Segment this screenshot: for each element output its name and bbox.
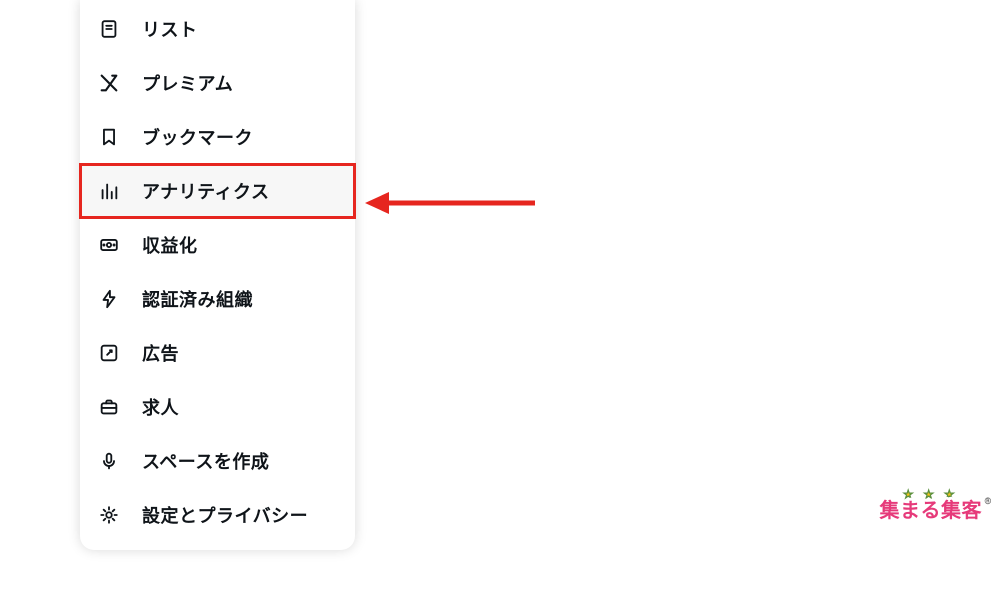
- bolt-icon: [98, 288, 120, 310]
- menu-item-jobs[interactable]: 求人: [80, 380, 355, 434]
- menu-item-create-space[interactable]: スペースを作成: [80, 434, 355, 488]
- watermark-text: 集まる集客®: [880, 500, 983, 520]
- mic-icon: [98, 450, 120, 472]
- x-icon: [98, 72, 120, 94]
- menu-item-verified-orgs[interactable]: 認証済み組織: [80, 272, 355, 326]
- menu-item-analytics[interactable]: アナリティクス: [80, 164, 355, 218]
- menu-item-label: 広告: [142, 340, 179, 366]
- menu-item-premium[interactable]: プレミアム: [80, 56, 355, 110]
- menu-item-ads[interactable]: 広告: [80, 326, 355, 380]
- menu-item-label: プレミアム: [142, 70, 233, 96]
- monetization-icon: [98, 234, 120, 256]
- menu-item-label: リスト: [142, 16, 198, 42]
- menu-item-label: ブックマーク: [142, 124, 253, 150]
- menu-item-label: スペースを作成: [142, 448, 269, 474]
- more-menu-panel: リスト プレミアム ブックマーク アナリティクス 収益化 認証済み組織: [80, 0, 355, 550]
- annotation-arrow: [365, 188, 540, 218]
- menu-item-bookmarks[interactable]: ブックマーク: [80, 110, 355, 164]
- watermark-logo: ★ ★ ★ 集まる集客®: [880, 489, 983, 520]
- menu-item-label: 求人: [142, 394, 179, 420]
- menu-item-label: 収益化: [142, 232, 198, 258]
- menu-item-label: 設定とプライバシー: [142, 502, 308, 528]
- menu-item-label: 認証済み組織: [142, 286, 253, 312]
- gear-icon: [98, 504, 120, 526]
- menu-item-lists[interactable]: リスト: [80, 2, 355, 56]
- jobs-icon: [98, 396, 120, 418]
- menu-item-monetization[interactable]: 収益化: [80, 218, 355, 272]
- bookmark-icon: [98, 126, 120, 148]
- list-icon: [98, 18, 120, 40]
- ads-icon: [98, 342, 120, 364]
- menu-item-label: アナリティクス: [142, 178, 270, 204]
- analytics-icon: [98, 180, 120, 202]
- menu-item-settings[interactable]: 設定とプライバシー: [80, 488, 355, 542]
